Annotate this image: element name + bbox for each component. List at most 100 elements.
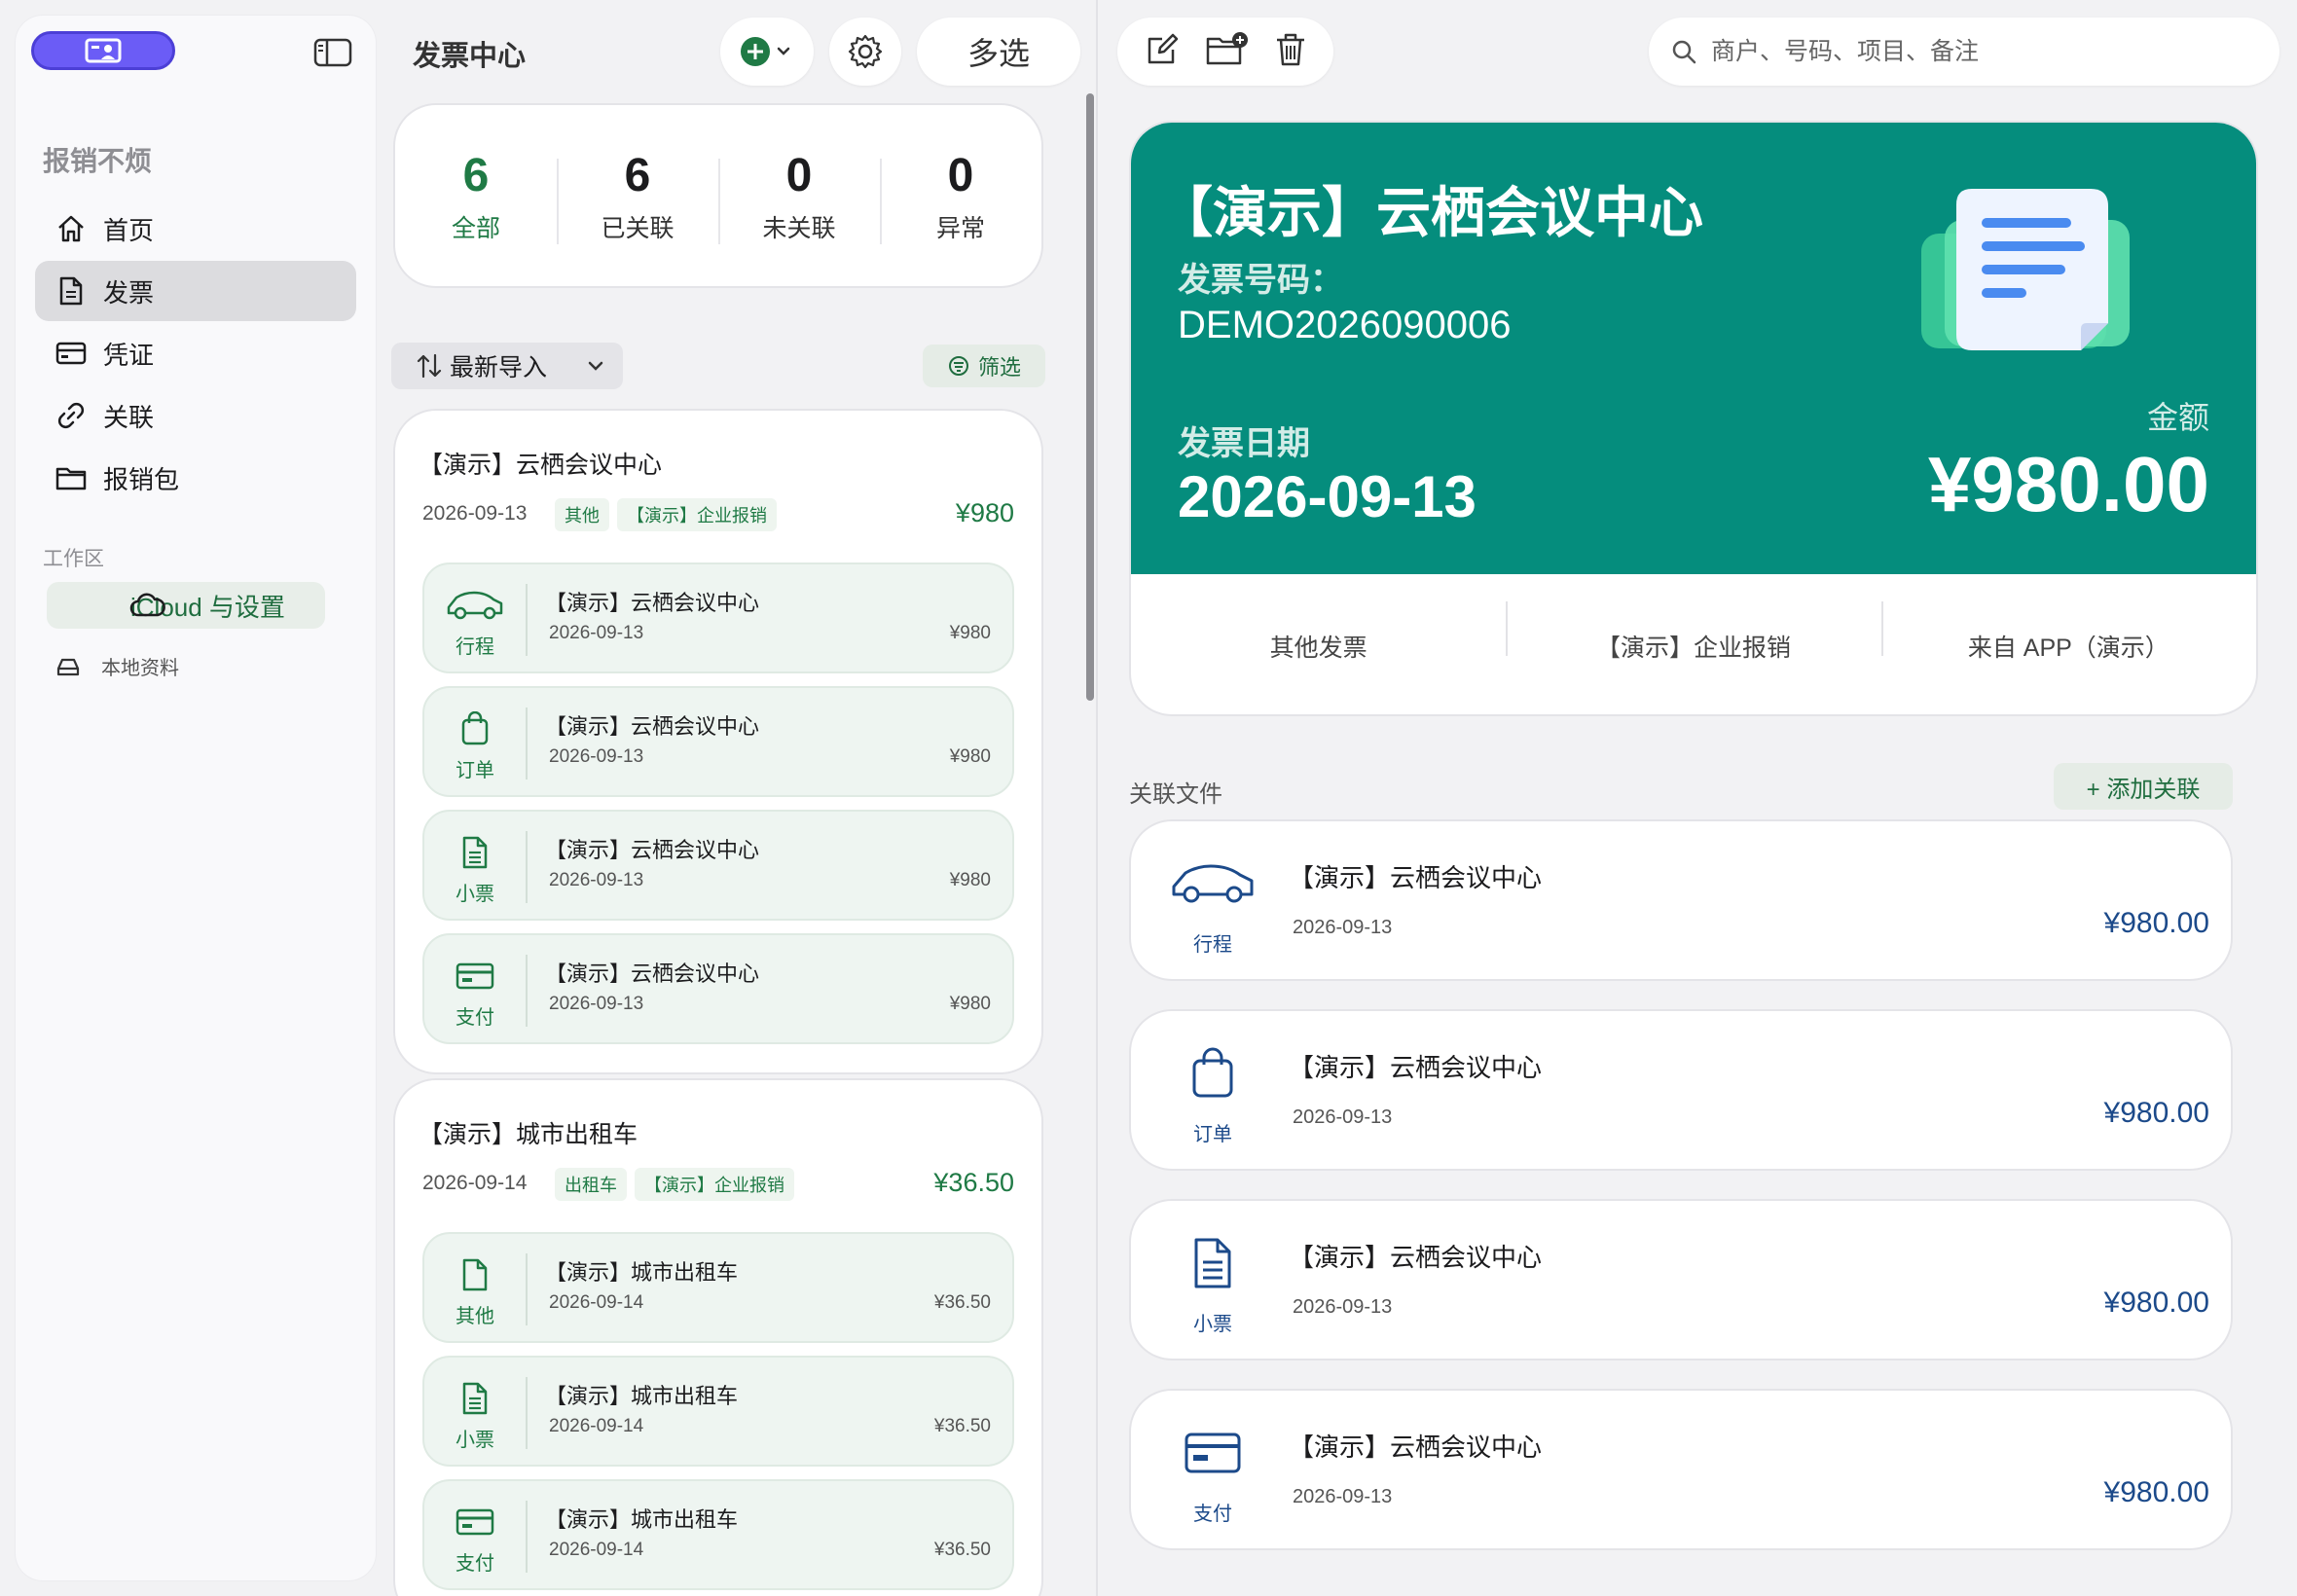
- linked-item[interactable]: 支付 【演示】云栖会议中心 2026-09-13 ¥980: [422, 933, 1014, 1044]
- related-file-card[interactable]: 行程 【演示】云栖会议中心 2026-09-13 ¥980.00: [1129, 819, 2233, 981]
- linked-item[interactable]: 行程 【演示】云栖会议中心 2026-09-13 ¥980: [422, 562, 1014, 673]
- sidebar-item-vouchers[interactable]: 凭证: [35, 323, 356, 383]
- stat-label: 异常: [935, 215, 985, 242]
- linked-item-type: 支付: [456, 1007, 494, 1029]
- add-related-button[interactable]: + 添加关联: [2054, 763, 2233, 810]
- linked-item-title: 【演示】云栖会议中心: [545, 838, 760, 862]
- linked-item-date: 2026-09-14: [549, 1292, 644, 1313]
- linked-item-date: 2026-09-14: [549, 1540, 644, 1560]
- related-file-type: 订单: [1193, 1124, 1232, 1145]
- divider: [526, 1501, 528, 1573]
- stat-unlinked[interactable]: 0 未关联: [718, 147, 880, 244]
- invoice-group[interactable]: 【演示】城市出租车 2026-09-14 出租车 【演示】企业报销 ¥36.50…: [393, 1078, 1043, 1596]
- invoice-amount: ¥980: [955, 498, 1014, 527]
- invoice-date: 2026-09-14: [422, 1172, 528, 1194]
- project-tag: 【演示】企业报销: [617, 498, 777, 531]
- related-file-title: 【演示】云栖会议中心: [1289, 1053, 1543, 1082]
- search-input[interactable]: [1711, 37, 2237, 66]
- invoice-stats: 6 全部 6 已关联 0 未关联 0 异常: [393, 103, 1043, 288]
- linked-item-title: 【演示】云栖会议中心: [545, 714, 760, 739]
- related-file-card[interactable]: 订单 【演示】云栖会议中心 2026-09-13 ¥980.00: [1129, 1009, 2233, 1171]
- document-icon: [55, 274, 88, 308]
- linked-item-date: 2026-09-13: [549, 746, 644, 767]
- search-bar[interactable]: [1649, 18, 2279, 86]
- sidebar-toggle-button[interactable]: [310, 33, 356, 72]
- panel-divider: [1096, 0, 1098, 1596]
- cloud-icon: [128, 590, 167, 621]
- sidebar-item-links[interactable]: 关联: [35, 385, 356, 446]
- card-icon: [1166, 1424, 1259, 1482]
- linked-item-amount: ¥980: [949, 623, 991, 643]
- linked-item-type: 订单: [456, 760, 494, 781]
- home-icon: [55, 212, 88, 245]
- stat-abnormal[interactable]: 0 异常: [880, 147, 1041, 244]
- divider: [526, 584, 528, 656]
- related-file-card[interactable]: 支付 【演示】云栖会议中心 2026-09-13 ¥980.00: [1129, 1389, 2233, 1550]
- linked-item-date: 2026-09-13: [549, 994, 644, 1014]
- invoice-source: 来自 APP（演示）: [1880, 601, 2256, 664]
- linked-item-date: 2026-09-13: [549, 870, 644, 890]
- sidebar-item-label: 凭证: [103, 340, 155, 370]
- sidebar-item-home[interactable]: 首页: [35, 199, 356, 259]
- related-file-amount: ¥980.00: [2103, 1476, 2209, 1508]
- multi-select-button[interactable]: 多选: [917, 18, 1080, 86]
- sidebar-item-reimburse-packs[interactable]: 报销包: [35, 448, 356, 508]
- delete-button[interactable]: [1274, 31, 1307, 73]
- card-icon: [444, 1503, 506, 1542]
- invoice-document-icon: [1921, 189, 2130, 350]
- receipt-icon: [444, 833, 506, 872]
- local-data-item[interactable]: 本地资料: [55, 652, 179, 680]
- edit-button[interactable]: [1144, 31, 1181, 73]
- linked-item-amount: ¥980: [949, 746, 991, 767]
- invoice-date-label: 发票日期: [1178, 425, 1310, 462]
- car-icon: [444, 586, 506, 625]
- add-invoice-button[interactable]: [720, 18, 814, 86]
- settings-button[interactable]: [829, 18, 901, 86]
- linked-item[interactable]: 小票 【演示】城市出租车 2026-09-14 ¥36.50: [422, 1356, 1014, 1467]
- linked-item[interactable]: 订单 【演示】云栖会议中心 2026-09-13 ¥980: [422, 686, 1014, 797]
- linked-item[interactable]: 小票 【演示】云栖会议中心 2026-09-13 ¥980: [422, 810, 1014, 921]
- linked-item-type: 其他: [456, 1306, 494, 1327]
- filter-label: 筛选: [977, 355, 1021, 380]
- linked-item-title: 【演示】城市出租车: [545, 1507, 739, 1532]
- linked-item-amount: ¥980: [949, 870, 991, 890]
- sidebar-item-invoices[interactable]: 发票: [35, 261, 356, 321]
- filter-icon: [948, 356, 968, 376]
- account-button[interactable]: [31, 31, 175, 70]
- invoice-date: 2026-09-13: [1178, 464, 1477, 529]
- invoice-meta-row: 其他发票 【演示】企业报销 来自 APP（演示）: [1131, 574, 2256, 714]
- bag-icon: [1166, 1044, 1259, 1103]
- list-scrollbar[interactable]: [1086, 93, 1094, 701]
- related-file-card[interactable]: 小票 【演示】云栖会议中心 2026-09-13 ¥980.00: [1129, 1199, 2233, 1360]
- invoice-project[interactable]: 【演示】企业报销: [1506, 601, 1880, 664]
- invoice-merchant: 【演示】云栖会议中心: [1158, 182, 1703, 243]
- linked-item-date: 2026-09-13: [549, 623, 644, 643]
- stat-label: 全部: [451, 215, 500, 242]
- edit-icon: [1148, 33, 1178, 63]
- invoice-amount-label: 金额: [2146, 400, 2209, 435]
- search-icon: [1672, 40, 1696, 64]
- stat-linked[interactable]: 6 已关联: [557, 147, 718, 244]
- linked-item[interactable]: 其他 【演示】城市出租车 2026-09-14 ¥36.50: [422, 1232, 1014, 1343]
- invoice-group[interactable]: 【演示】云栖会议中心 2026-09-13 其他 【演示】企业报销 ¥980 行…: [393, 409, 1043, 1074]
- related-file-amount: ¥980.00: [2103, 907, 2209, 939]
- local-data-label: 本地资料: [101, 658, 179, 679]
- sort-dropdown[interactable]: 最新导入: [391, 343, 623, 389]
- add-to-folder-button[interactable]: [1205, 31, 1250, 73]
- stat-value: 0: [785, 150, 813, 201]
- stat-all[interactable]: 6 全部: [395, 147, 557, 244]
- invoice-title: 【演示】云栖会议中心: [419, 452, 663, 479]
- chevron-down-icon: [588, 361, 603, 371]
- drive-icon: [55, 655, 82, 678]
- invoice-amount: ¥36.50: [933, 1168, 1014, 1197]
- stat-value: 0: [947, 150, 974, 201]
- linked-item-amount: ¥36.50: [933, 1292, 991, 1313]
- filter-button[interactable]: 筛选: [923, 345, 1045, 387]
- project-tag: 【演示】企业报销: [635, 1168, 794, 1201]
- related-file-type: 小票: [1193, 1314, 1232, 1335]
- linked-item[interactable]: 支付 【演示】城市出租车 2026-09-14 ¥36.50: [422, 1479, 1014, 1590]
- divider: [526, 1377, 528, 1449]
- icloud-settings-item[interactable]: iCloud 与设置: [47, 582, 325, 629]
- sort-label: 最新导入: [450, 354, 548, 381]
- related-file-date: 2026-09-13: [1293, 1106, 1393, 1128]
